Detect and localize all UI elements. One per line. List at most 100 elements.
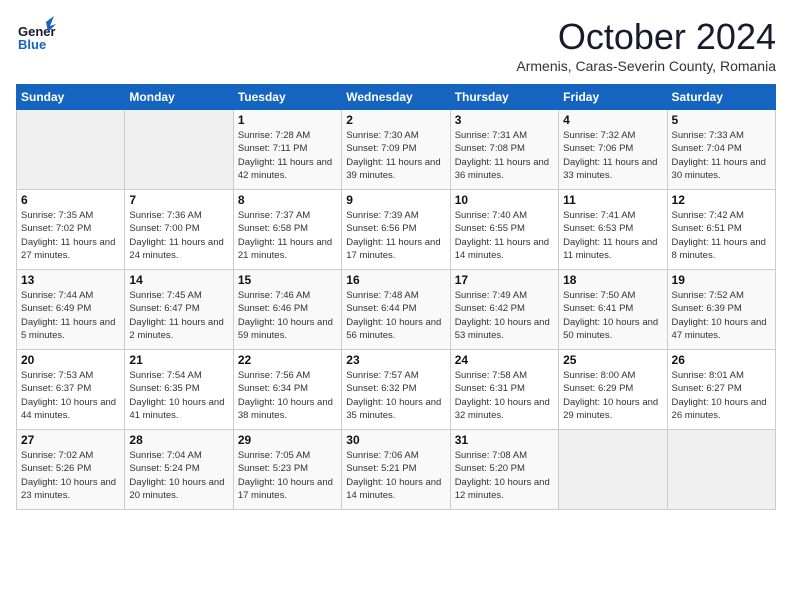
day-number: 8 — [238, 193, 337, 207]
day-number: 16 — [346, 273, 445, 287]
day-cell: 12 Sunrise: 7:42 AM Sunset: 6:51 PM Dayli… — [667, 190, 775, 270]
day-cell: 26Sunrise: 8:01 AM Sunset: 6:27 PM Dayli… — [667, 350, 775, 430]
week-row-4: 20Sunrise: 7:53 AM Sunset: 6:37 PM Dayli… — [17, 350, 776, 430]
logo-icon: General Blue — [16, 16, 56, 56]
day-cell: 7 Sunrise: 7:36 AM Sunset: 7:00 PM Daylig… — [125, 190, 233, 270]
week-row-1: 1 Sunrise: 7:28 AM Sunset: 7:11 PM Daylig… — [17, 110, 776, 190]
day-number: 21 — [129, 353, 228, 367]
day-cell: 4 Sunrise: 7:32 AM Sunset: 7:06 PM Daylig… — [559, 110, 667, 190]
header-cell-wednesday: Wednesday — [342, 85, 450, 110]
day-number: 5 — [672, 113, 771, 127]
page-header: General Blue October 2024 Armenis, Caras… — [16, 16, 776, 74]
day-number: 17 — [455, 273, 554, 287]
day-cell: 28 Sunrise: 7:04 AM Sunset: 5:24 PM Dayli… — [125, 430, 233, 510]
day-number: 27 — [21, 433, 120, 447]
day-info: Sunrise: 7:48 AM Sunset: 6:44 PM Dayligh… — [346, 289, 445, 342]
day-info: Sunrise: 7:32 AM Sunset: 7:06 PM Dayligh… — [563, 129, 662, 182]
day-number: 29 — [238, 433, 337, 447]
day-cell — [17, 110, 125, 190]
day-info: Sunrise: 7:42 AM Sunset: 6:51 PM Dayligh… — [672, 209, 771, 262]
location-subtitle: Armenis, Caras-Severin County, Romania — [516, 58, 776, 74]
day-cell: 17 Sunrise: 7:49 AM Sunset: 6:42 PM Dayli… — [450, 270, 558, 350]
day-cell: 9 Sunrise: 7:39 AM Sunset: 6:56 PM Daylig… — [342, 190, 450, 270]
day-info: Sunrise: 7:06 AM Sunset: 5:21 PM Dayligh… — [346, 449, 445, 502]
day-number: 20 — [21, 353, 120, 367]
week-row-5: 27 Sunrise: 7:02 AM Sunset: 5:26 PM Dayli… — [17, 430, 776, 510]
day-cell: 27 Sunrise: 7:02 AM Sunset: 5:26 PM Dayli… — [17, 430, 125, 510]
day-number: 14 — [129, 273, 228, 287]
day-cell: 3Sunrise: 7:31 AM Sunset: 7:08 PM Daylig… — [450, 110, 558, 190]
day-info: Sunrise: 7:33 AM Sunset: 7:04 PM Dayligh… — [672, 129, 771, 182]
day-number: 31 — [455, 433, 554, 447]
day-cell: 31Sunrise: 7:08 AM Sunset: 5:20 PM Dayli… — [450, 430, 558, 510]
day-info: Sunrise: 7:56 AM Sunset: 6:34 PM Dayligh… — [238, 369, 337, 422]
day-info: Sunrise: 7:46 AM Sunset: 6:46 PM Dayligh… — [238, 289, 337, 342]
day-info: Sunrise: 7:57 AM Sunset: 6:32 PM Dayligh… — [346, 369, 445, 422]
day-number: 19 — [672, 273, 771, 287]
day-info: Sunrise: 7:30 AM Sunset: 7:09 PM Dayligh… — [346, 129, 445, 182]
day-info: Sunrise: 7:50 AM Sunset: 6:41 PM Dayligh… — [563, 289, 662, 342]
day-info: Sunrise: 7:35 AM Sunset: 7:02 PM Dayligh… — [21, 209, 120, 262]
day-number: 24 — [455, 353, 554, 367]
day-number: 28 — [129, 433, 228, 447]
day-number: 23 — [346, 353, 445, 367]
day-info: Sunrise: 8:01 AM Sunset: 6:27 PM Dayligh… — [672, 369, 771, 422]
day-info: Sunrise: 7:58 AM Sunset: 6:31 PM Dayligh… — [455, 369, 554, 422]
day-cell: 19Sunrise: 7:52 AM Sunset: 6:39 PM Dayli… — [667, 270, 775, 350]
day-cell: 11 Sunrise: 7:41 AM Sunset: 6:53 PM Dayli… — [559, 190, 667, 270]
title-section: October 2024 Armenis, Caras-Severin Coun… — [516, 16, 776, 74]
day-number: 11 — [563, 193, 662, 207]
day-info: Sunrise: 7:40 AM Sunset: 6:55 PM Dayligh… — [455, 209, 554, 262]
day-number: 7 — [129, 193, 228, 207]
day-info: Sunrise: 7:28 AM Sunset: 7:11 PM Dayligh… — [238, 129, 337, 182]
day-info: Sunrise: 7:41 AM Sunset: 6:53 PM Dayligh… — [563, 209, 662, 262]
day-number: 22 — [238, 353, 337, 367]
day-info: Sunrise: 7:02 AM Sunset: 5:26 PM Dayligh… — [21, 449, 120, 502]
day-info: Sunrise: 7:05 AM Sunset: 5:23 PM Dayligh… — [238, 449, 337, 502]
day-number: 9 — [346, 193, 445, 207]
day-info: Sunrise: 7:36 AM Sunset: 7:00 PM Dayligh… — [129, 209, 228, 262]
day-info: Sunrise: 7:45 AM Sunset: 6:47 PM Dayligh… — [129, 289, 228, 342]
day-number: 15 — [238, 273, 337, 287]
week-row-2: 6Sunrise: 7:35 AM Sunset: 7:02 PM Daylig… — [17, 190, 776, 270]
day-number: 12 — [672, 193, 771, 207]
svg-text:Blue: Blue — [18, 37, 46, 52]
calendar-table: SundayMondayTuesdayWednesdayThursdayFrid… — [16, 84, 776, 510]
day-info: Sunrise: 7:31 AM Sunset: 7:08 PM Dayligh… — [455, 129, 554, 182]
day-info: Sunrise: 7:49 AM Sunset: 6:42 PM Dayligh… — [455, 289, 554, 342]
day-info: Sunrise: 8:00 AM Sunset: 6:29 PM Dayligh… — [563, 369, 662, 422]
day-cell: 5 Sunrise: 7:33 AM Sunset: 7:04 PM Daylig… — [667, 110, 775, 190]
week-row-3: 13Sunrise: 7:44 AM Sunset: 6:49 PM Dayli… — [17, 270, 776, 350]
day-info: Sunrise: 7:37 AM Sunset: 6:58 PM Dayligh… — [238, 209, 337, 262]
header-cell-monday: Monday — [125, 85, 233, 110]
day-cell: 16 Sunrise: 7:48 AM Sunset: 6:44 PM Dayli… — [342, 270, 450, 350]
day-cell: 2Sunrise: 7:30 AM Sunset: 7:09 PM Daylig… — [342, 110, 450, 190]
day-number: 4 — [563, 113, 662, 127]
day-cell: 25 Sunrise: 8:00 AM Sunset: 6:29 PM Dayli… — [559, 350, 667, 430]
day-cell: 20Sunrise: 7:53 AM Sunset: 6:37 PM Dayli… — [17, 350, 125, 430]
day-cell: 8 Sunrise: 7:37 AM Sunset: 6:58 PM Daylig… — [233, 190, 341, 270]
logo: General Blue — [16, 16, 56, 61]
day-number: 18 — [563, 273, 662, 287]
header-cell-friday: Friday — [559, 85, 667, 110]
day-cell: 15 Sunrise: 7:46 AM Sunset: 6:46 PM Dayli… — [233, 270, 341, 350]
header-cell-saturday: Saturday — [667, 85, 775, 110]
day-cell: 14 Sunrise: 7:45 AM Sunset: 6:47 PM Dayli… — [125, 270, 233, 350]
day-cell — [667, 430, 775, 510]
day-cell: 22 Sunrise: 7:56 AM Sunset: 6:34 PM Dayli… — [233, 350, 341, 430]
day-number: 25 — [563, 353, 662, 367]
day-cell: 30Sunrise: 7:06 AM Sunset: 5:21 PM Dayli… — [342, 430, 450, 510]
day-cell: 1 Sunrise: 7:28 AM Sunset: 7:11 PM Daylig… — [233, 110, 341, 190]
day-cell — [559, 430, 667, 510]
day-cell: 23 Sunrise: 7:57 AM Sunset: 6:32 PM Dayli… — [342, 350, 450, 430]
header-row: SundayMondayTuesdayWednesdayThursdayFrid… — [17, 85, 776, 110]
day-cell: 6Sunrise: 7:35 AM Sunset: 7:02 PM Daylig… — [17, 190, 125, 270]
day-number: 1 — [238, 113, 337, 127]
day-cell — [125, 110, 233, 190]
day-info: Sunrise: 7:44 AM Sunset: 6:49 PM Dayligh… — [21, 289, 120, 342]
day-cell: 10Sunrise: 7:40 AM Sunset: 6:55 PM Dayli… — [450, 190, 558, 270]
day-info: Sunrise: 7:54 AM Sunset: 6:35 PM Dayligh… — [129, 369, 228, 422]
day-info: Sunrise: 7:04 AM Sunset: 5:24 PM Dayligh… — [129, 449, 228, 502]
header-cell-thursday: Thursday — [450, 85, 558, 110]
day-info: Sunrise: 7:39 AM Sunset: 6:56 PM Dayligh… — [346, 209, 445, 262]
